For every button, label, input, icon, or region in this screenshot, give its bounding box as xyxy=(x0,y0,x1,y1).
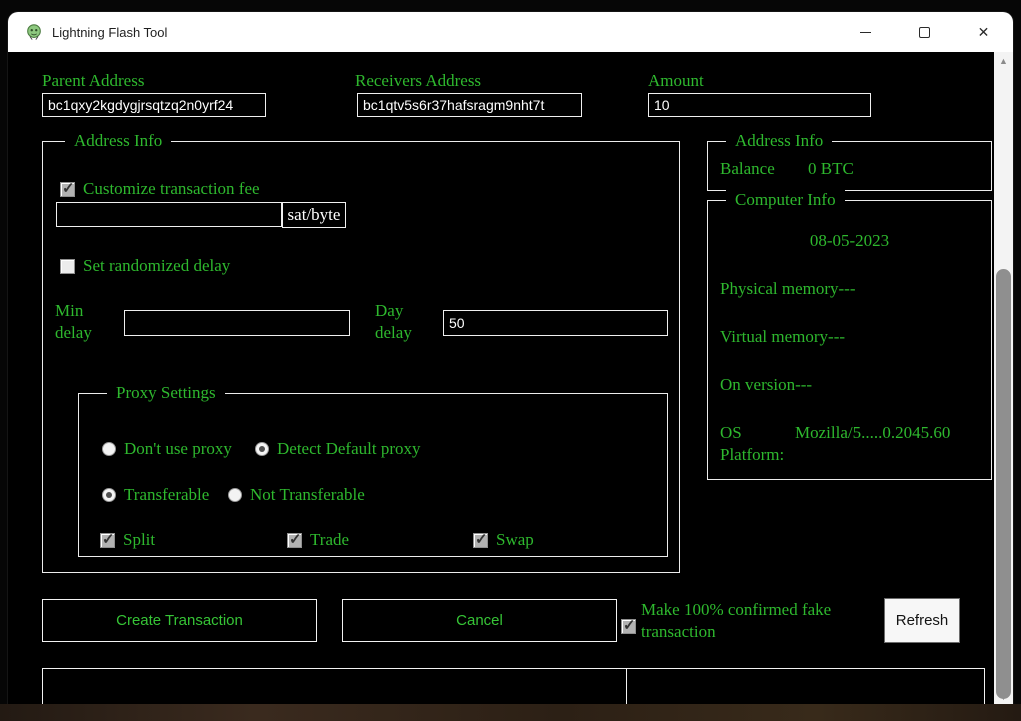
randomized-delay-checkbox-box[interactable] xyxy=(60,259,75,274)
vertical-scrollbar[interactable]: ▲ ▼ xyxy=(994,52,1013,705)
parent-address-input[interactable] xyxy=(42,93,266,117)
close-button[interactable]: ✕ xyxy=(954,12,1013,52)
customize-fee-label: Customize transaction fee xyxy=(83,179,260,199)
balance-panel-title: Address Info xyxy=(726,131,832,151)
computer-info-panel-title: Computer Info xyxy=(726,190,845,210)
trade-checkbox-label: Trade xyxy=(310,530,349,550)
minimize-button[interactable] xyxy=(836,12,895,52)
fee-unit-label: sat/byte xyxy=(282,202,346,228)
parent-address-label: Parent Address xyxy=(42,70,144,92)
trade-checkbox[interactable]: Trade xyxy=(287,530,349,550)
swap-checkbox-label: Swap xyxy=(496,530,534,550)
radio-detect-default-proxy-circle[interactable] xyxy=(255,442,269,456)
output-table-divider xyxy=(626,669,627,704)
create-transaction-button[interactable]: Create Transaction xyxy=(42,599,317,642)
refresh-button[interactable]: Refresh xyxy=(884,598,960,643)
radio-transferable-label: Transferable xyxy=(124,485,209,505)
min-delay-input[interactable] xyxy=(124,310,350,336)
title-bar: Lightning Flash Tool ✕ xyxy=(8,12,1013,52)
radio-transferable-circle[interactable] xyxy=(102,488,116,502)
swap-checkbox[interactable]: Swap xyxy=(473,530,534,550)
radio-not-transferable-circle[interactable] xyxy=(228,488,242,502)
radio-not-transferable-label: Not Transferable xyxy=(250,485,365,505)
split-checkbox-box[interactable] xyxy=(100,533,115,548)
customize-fee-checkbox-box[interactable] xyxy=(60,182,75,197)
swap-checkbox-box[interactable] xyxy=(473,533,488,548)
radio-not-transferable[interactable]: Not Transferable xyxy=(228,485,365,505)
os-platform-label: OS Platform: xyxy=(720,422,798,466)
amount-label: Amount xyxy=(648,70,704,92)
amount-input[interactable] xyxy=(648,93,871,117)
customize-fee-checkbox[interactable]: Customize transaction fee xyxy=(60,179,260,199)
proxy-settings-group-title: Proxy Settings xyxy=(107,383,225,403)
day-delay-input[interactable] xyxy=(443,310,668,336)
proxy-settings-group: Proxy Settings xyxy=(78,393,668,557)
computer-info-date: 08-05-2023 xyxy=(707,230,992,252)
fee-input[interactable] xyxy=(56,202,282,227)
min-delay-label: Min delay xyxy=(55,300,107,344)
trade-checkbox-box[interactable] xyxy=(287,533,302,548)
receivers-address-input[interactable] xyxy=(357,93,582,117)
scrollbar-track[interactable] xyxy=(994,69,1013,688)
radio-dont-use-proxy-label: Don't use proxy xyxy=(124,439,232,459)
on-version-text: On version--- xyxy=(720,374,812,396)
fake-transaction-label: Make 100% confirmed fake transaction xyxy=(641,599,881,643)
radio-dont-use-proxy-circle[interactable] xyxy=(102,442,116,456)
maximize-button[interactable] xyxy=(895,12,954,52)
fake-transaction-checkbox[interactable] xyxy=(621,619,636,634)
address-info-group-title: Address Info xyxy=(65,131,171,151)
app-icon xyxy=(25,23,43,41)
split-checkbox-label: Split xyxy=(123,530,155,550)
os-platform-value: Mozilla/5.....0.2045.60 xyxy=(795,422,950,444)
day-delay-label: Day delay xyxy=(375,300,427,344)
radio-detect-default-proxy-label: Detect Default proxy xyxy=(277,439,421,459)
balance-label: Balance xyxy=(720,158,775,180)
physical-memory-text: Physical memory--- xyxy=(720,278,856,300)
scroll-up-icon[interactable]: ▲ xyxy=(994,52,1013,69)
app-window: Lightning Flash Tool ✕ Parent Address Re… xyxy=(8,12,1013,705)
radio-dont-use-proxy[interactable]: Don't use proxy xyxy=(102,439,232,459)
randomized-delay-checkbox[interactable]: Set randomized delay xyxy=(60,256,230,276)
balance-value: 0 BTC xyxy=(808,158,854,180)
randomized-delay-label: Set randomized delay xyxy=(83,256,230,276)
radio-transferable[interactable]: Transferable xyxy=(102,485,209,505)
cancel-button[interactable]: Cancel xyxy=(342,599,617,642)
split-checkbox[interactable]: Split xyxy=(100,530,155,550)
radio-detect-default-proxy[interactable]: Detect Default proxy xyxy=(255,439,421,459)
window-title: Lightning Flash Tool xyxy=(52,25,167,40)
scrollbar-thumb[interactable] xyxy=(996,269,1011,699)
output-table xyxy=(42,668,985,705)
virtual-memory-text: Virtual memory--- xyxy=(720,326,845,348)
desktop-background xyxy=(0,704,1021,721)
receivers-address-label: Receivers Address xyxy=(355,70,481,92)
